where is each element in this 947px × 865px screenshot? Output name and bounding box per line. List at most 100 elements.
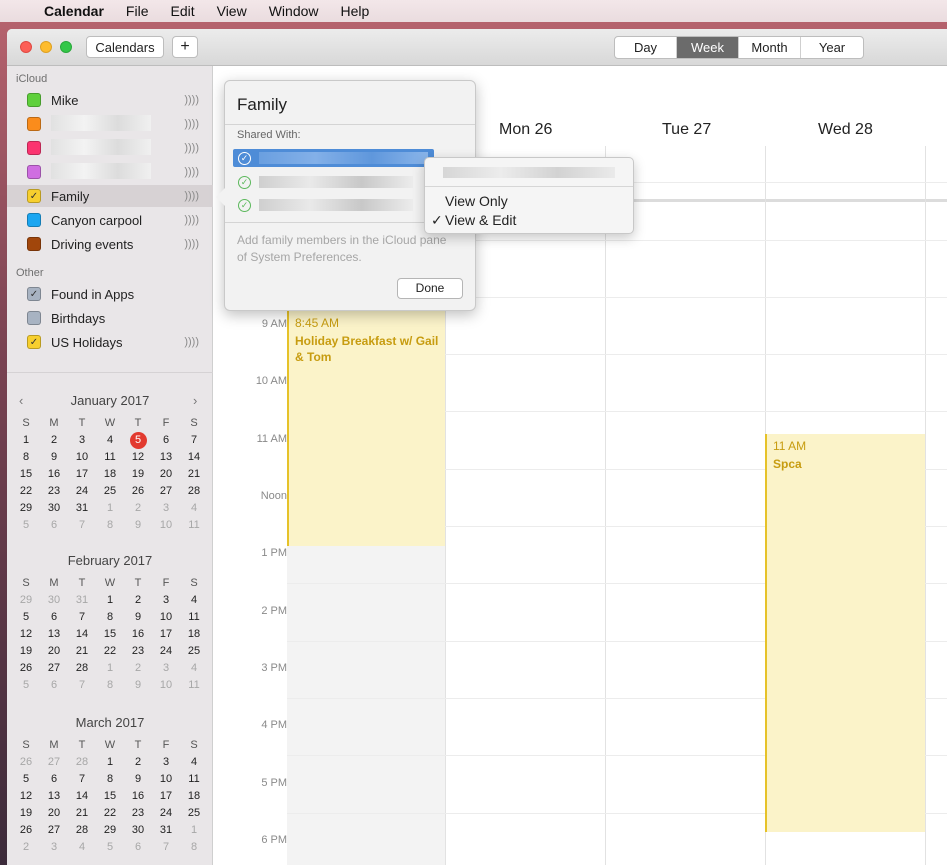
zoom-window-button[interactable] xyxy=(60,41,72,53)
date-cell[interactable]: 6 xyxy=(124,839,152,856)
date-cell[interactable]: 17 xyxy=(152,788,180,805)
date-cell[interactable]: 9 xyxy=(40,449,68,466)
date-cell[interactable]: 5 xyxy=(12,517,40,534)
calendar-item-hidden-1[interactable]: )))) xyxy=(7,113,213,135)
calendar-item-hidden-3[interactable]: )))) xyxy=(7,161,213,183)
date-cell[interactable]: 27 xyxy=(40,822,68,839)
date-cell[interactable]: 25 xyxy=(180,805,208,822)
shared-person-row[interactable]: ✓ xyxy=(233,149,434,167)
date-cell[interactable]: 27 xyxy=(40,660,68,677)
date-cell[interactable]: 12 xyxy=(12,626,40,643)
menu-edit[interactable]: Edit xyxy=(170,3,194,19)
date-cell[interactable]: 29 xyxy=(12,500,40,517)
date-cell[interactable]: 10 xyxy=(152,517,180,534)
done-button[interactable]: Done xyxy=(397,278,463,299)
date-cell[interactable]: 3 xyxy=(152,660,180,677)
date-cell[interactable]: 6 xyxy=(40,677,68,694)
date-cell[interactable]: 4 xyxy=(96,432,124,449)
date-cell[interactable]: 24 xyxy=(152,643,180,660)
date-cell[interactable]: 10 xyxy=(152,609,180,626)
date-cell[interactable]: 3 xyxy=(152,754,180,771)
add-event-button[interactable]: + xyxy=(172,36,198,58)
date-cell[interactable]: 28 xyxy=(68,822,96,839)
view-year-button[interactable]: Year xyxy=(801,37,863,58)
date-cell[interactable]: 4 xyxy=(180,592,208,609)
date-cell[interactable]: 1 xyxy=(96,500,124,517)
close-window-button[interactable] xyxy=(20,41,32,53)
date-cell[interactable]: 23 xyxy=(40,483,68,500)
date-cell[interactable]: 28 xyxy=(68,660,96,677)
calendar-checkbox[interactable]: ✓ xyxy=(27,335,41,349)
date-cell[interactable]: 12 xyxy=(124,449,152,466)
date-cell[interactable]: 21 xyxy=(68,805,96,822)
date-cell[interactable]: 1 xyxy=(96,592,124,609)
date-cell[interactable]: 3 xyxy=(68,432,96,449)
date-cell[interactable]: 9 xyxy=(124,677,152,694)
next-month-icon[interactable]: › xyxy=(193,393,197,408)
date-cell[interactable]: 30 xyxy=(40,592,68,609)
calendar-checkbox[interactable] xyxy=(27,213,41,227)
date-cell[interactable]: 13 xyxy=(40,626,68,643)
menu-window[interactable]: Window xyxy=(269,3,319,19)
date-cell[interactable]: 16 xyxy=(40,466,68,483)
minimize-window-button[interactable] xyxy=(40,41,52,53)
date-cell[interactable]: 13 xyxy=(40,788,68,805)
date-cell[interactable]: 17 xyxy=(152,626,180,643)
date-cell[interactable]: 9 xyxy=(124,609,152,626)
date-cell[interactable]: 15 xyxy=(96,626,124,643)
date-cell[interactable]: 10 xyxy=(152,771,180,788)
date-cell[interactable]: 26 xyxy=(12,822,40,839)
date-cell[interactable]: 21 xyxy=(68,643,96,660)
calendar-checkbox[interactable] xyxy=(27,165,41,179)
menu-help[interactable]: Help xyxy=(341,3,370,19)
date-cell[interactable]: 23 xyxy=(124,643,152,660)
date-cell[interactable]: 3 xyxy=(152,592,180,609)
calendar-item-us-holidays[interactable]: ✓ US Holidays )))) xyxy=(7,331,213,353)
date-cell[interactable]: 15 xyxy=(12,466,40,483)
date-cell[interactable]: 7 xyxy=(152,839,180,856)
date-cell[interactable]: 31 xyxy=(152,822,180,839)
menu-item-view-only[interactable]: View Only xyxy=(445,193,508,209)
date-cell[interactable]: 1 xyxy=(180,822,208,839)
today-date[interactable]: 5 xyxy=(124,432,152,449)
date-cell[interactable]: 12 xyxy=(12,788,40,805)
menu-item-view-and-edit[interactable]: View & Edit xyxy=(445,212,516,228)
date-cell[interactable]: 30 xyxy=(40,500,68,517)
date-cell[interactable]: 11 xyxy=(180,517,208,534)
date-cell[interactable]: 4 xyxy=(180,754,208,771)
date-cell[interactable]: 6 xyxy=(40,609,68,626)
date-cell[interactable]: 24 xyxy=(68,483,96,500)
calendar-item-canyon-carpool[interactable]: Canyon carpool )))) xyxy=(7,209,213,231)
date-cell[interactable]: 5 xyxy=(12,677,40,694)
date-cell[interactable]: 19 xyxy=(12,805,40,822)
date-cell[interactable]: 6 xyxy=(40,517,68,534)
date-cell[interactable]: 27 xyxy=(40,754,68,771)
date-cell[interactable]: 11 xyxy=(180,609,208,626)
date-cell[interactable]: 8 xyxy=(96,677,124,694)
date-cell[interactable]: 26 xyxy=(12,660,40,677)
date-cell[interactable]: 11 xyxy=(96,449,124,466)
date-cell[interactable]: 2 xyxy=(124,754,152,771)
date-cell[interactable]: 14 xyxy=(68,788,96,805)
date-cell[interactable]: 2 xyxy=(124,660,152,677)
date-cell[interactable]: 20 xyxy=(40,643,68,660)
calendar-item-found-in-apps[interactable]: ✓ Found in Apps xyxy=(7,283,213,305)
date-cell[interactable]: 4 xyxy=(180,660,208,677)
date-cell[interactable]: 4 xyxy=(68,839,96,856)
shared-person-row[interactable]: ✓ xyxy=(233,196,419,214)
date-cell[interactable]: 31 xyxy=(68,500,96,517)
date-cell[interactable]: 3 xyxy=(40,839,68,856)
view-day-button[interactable]: Day xyxy=(615,37,677,58)
date-cell[interactable]: 7 xyxy=(68,517,96,534)
view-month-button[interactable]: Month xyxy=(739,37,801,58)
date-cell[interactable]: 21 xyxy=(180,466,208,483)
date-cell[interactable]: 14 xyxy=(180,449,208,466)
calendar-checkbox[interactable]: ✓ xyxy=(27,189,41,203)
calendar-checkbox[interactable]: ✓ xyxy=(27,287,41,301)
date-cell[interactable]: 5 xyxy=(96,839,124,856)
date-cell[interactable]: 10 xyxy=(152,677,180,694)
date-cell[interactable]: 26 xyxy=(12,754,40,771)
date-cell[interactable]: 6 xyxy=(152,432,180,449)
event-holiday-breakfast[interactable]: 8:45 AM Holiday Breakfast w/ Gail & Tom xyxy=(287,311,445,546)
date-cell[interactable]: 7 xyxy=(68,771,96,788)
